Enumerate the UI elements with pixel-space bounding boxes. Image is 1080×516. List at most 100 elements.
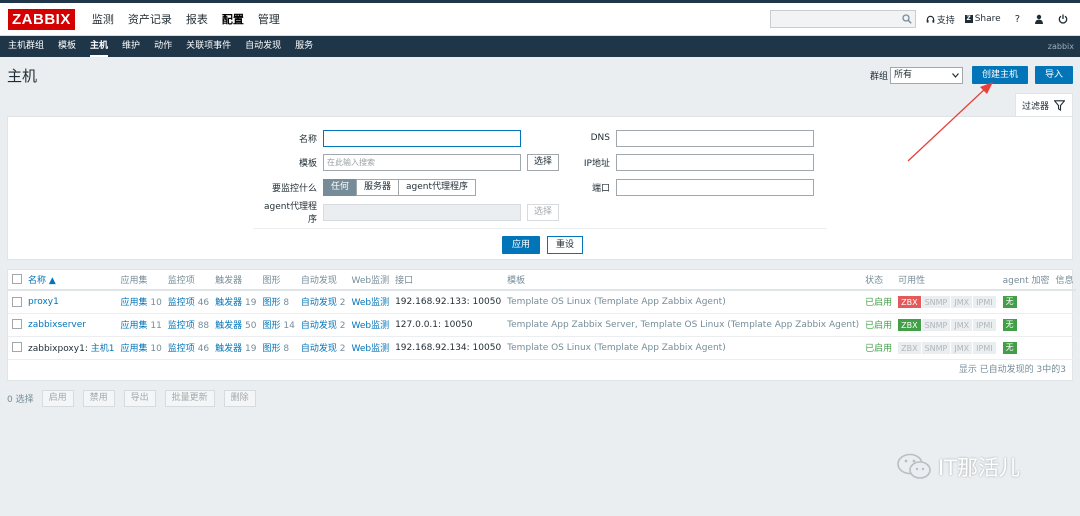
search-input[interactable]: [769, 10, 916, 28]
apps-count: 11: [150, 321, 162, 331]
template-parent-link[interactable]: Template App Zabbix Agent: [597, 343, 722, 353]
monitored-proxy-option[interactable]: agent代理程序: [398, 178, 477, 196]
share-link[interactable]: Z Share: [964, 14, 1001, 24]
template-select-button[interactable]: 选择: [527, 153, 560, 171]
template-link[interactable]: Template App Zabbix Server, Template OS …: [507, 320, 724, 330]
graphs-link[interactable]: 图形: [262, 298, 280, 308]
reset-filter-button[interactable]: 重设: [547, 236, 584, 254]
apps-link[interactable]: 应用集: [120, 321, 147, 331]
apps-link[interactable]: 应用集: [120, 344, 147, 354]
host-name-link[interactable]: 主机1: [91, 344, 115, 354]
col-name-sort-link[interactable]: 名称 ▲: [28, 276, 56, 286]
graphs-cell: 图形 14: [259, 313, 298, 337]
items-count: 46: [197, 344, 210, 354]
table-header-row: 名称 ▲ 应用集 监控项 触发器 图形 自动发现 Web监测 接口 模板 状态 …: [8, 270, 1077, 291]
ip-input[interactable]: [616, 153, 814, 171]
dns-label: DNS: [590, 133, 610, 143]
triggers-link[interactable]: 触发器: [215, 344, 242, 354]
items-link[interactable]: 监控项: [168, 298, 195, 308]
name-input[interactable]: [323, 129, 521, 147]
apply-filter-button[interactable]: 应用: [502, 236, 541, 254]
select-all-checkbox[interactable]: [12, 274, 22, 285]
dns-input[interactable]: [616, 129, 814, 147]
status-toggle[interactable]: 已启用: [865, 321, 892, 331]
discovery-link[interactable]: 自动发现: [301, 298, 337, 308]
web-link[interactable]: Web监测: [351, 298, 389, 308]
submenu-correlation[interactable]: 关联项事件: [186, 36, 231, 57]
submenu-maintenance[interactable]: 维护: [122, 36, 140, 57]
web-link[interactable]: Web监测: [351, 344, 389, 354]
apps-link[interactable]: 应用集: [120, 298, 147, 308]
port-input[interactable]: [616, 178, 814, 196]
port-label: 端口: [591, 183, 610, 194]
col-items: 监控项: [164, 270, 213, 291]
page-controls: 群组 所有 创建主机 导入: [870, 66, 1073, 84]
interface-cell: 192.168.92.134: 10050: [392, 336, 505, 360]
menu-configuration[interactable]: 配置: [222, 11, 244, 27]
submenu-templates[interactable]: 模板: [58, 36, 76, 57]
group-select[interactable]: 所有: [889, 66, 963, 84]
availability-cell: ZBX SNMP JMX IPMI: [895, 313, 1000, 337]
monitored-any-option[interactable]: 任何: [323, 178, 358, 196]
graphs-link[interactable]: 图形: [262, 321, 280, 331]
template-label: 模板: [298, 158, 317, 169]
submenu-discovery[interactable]: 自动发现: [245, 36, 281, 57]
encryption-badge: 无: [1002, 341, 1017, 354]
submenu-actions[interactable]: 动作: [154, 36, 172, 57]
items-link[interactable]: 监控项: [168, 344, 195, 354]
row-checkbox[interactable]: [12, 296, 22, 307]
col-discovery: 自动发现: [297, 270, 349, 291]
import-button[interactable]: 导入: [1034, 66, 1073, 84]
triggers-link[interactable]: 触发器: [215, 321, 242, 331]
row-checkbox[interactable]: [12, 319, 22, 330]
availability-badges: ZBX SNMP JMX IPMI: [898, 341, 996, 354]
submenu-hosts[interactable]: 主机: [90, 36, 109, 57]
menu-monitoring[interactable]: 监测: [92, 11, 114, 27]
col-name[interactable]: 名称 ▲: [25, 270, 118, 291]
web-cell: Web监测: [348, 336, 393, 360]
menu-administration[interactable]: 管理: [258, 11, 280, 27]
host-name-cell: proxy1: [25, 290, 118, 314]
availability-snmp: SNMP: [921, 318, 951, 331]
monitored-server-option[interactable]: 服务器: [356, 178, 400, 196]
template-parent-link[interactable]: Template App Zabbix Agent: [597, 297, 722, 307]
web-cell: Web监测: [348, 290, 393, 314]
help-button[interactable]: ?: [1015, 14, 1020, 25]
menu-reports[interactable]: 报表: [186, 11, 208, 27]
template-link[interactable]: Template OS Linux: [507, 343, 591, 353]
items-link[interactable]: 监控项: [168, 321, 195, 331]
host-name-link[interactable]: zabbixserver: [28, 320, 86, 330]
template-link[interactable]: Template OS Linux: [507, 297, 591, 307]
graphs-count: 8: [283, 344, 290, 354]
user-profile-button[interactable]: [1034, 14, 1044, 24]
submenu-host-groups[interactable]: 主机群组: [8, 36, 44, 57]
graphs-link[interactable]: 图形: [262, 344, 280, 354]
submenu-services[interactable]: 服务: [295, 36, 313, 57]
status-toggle[interactable]: 已启用: [865, 298, 892, 308]
zabbix-logo[interactable]: ZABBIX: [8, 8, 75, 30]
logout-button[interactable]: [1058, 14, 1068, 24]
support-link[interactable]: 支持: [926, 13, 955, 26]
col-availability: 可用性: [895, 270, 1000, 291]
template-parent-link[interactable]: Template App Zabbix Agent: [731, 320, 856, 330]
encryption-cell: 无: [999, 313, 1053, 337]
status-toggle[interactable]: 已启用: [865, 344, 892, 354]
filter-tab[interactable]: 过滤器: [1015, 93, 1073, 116]
create-host-button[interactable]: 创建主机: [971, 66, 1028, 84]
availability-ipmi: IPMI: [973, 318, 996, 331]
table-row: zabbixserver 应用集 11 监控项 88 触发器 50 图形 14 自动发现 …: [8, 313, 1077, 337]
availability-zbx: ZBX: [898, 318, 921, 331]
info-cell: [1052, 336, 1077, 360]
triggers-link[interactable]: 触发器: [215, 298, 242, 308]
web-link[interactable]: Web监测: [351, 321, 389, 331]
row-checkbox[interactable]: [12, 342, 22, 353]
discovery-count: 2: [339, 321, 346, 331]
host-name-link[interactable]: proxy1: [28, 297, 59, 307]
discovery-link[interactable]: 自动发现: [301, 344, 337, 354]
row-select-cell: [8, 313, 25, 337]
discovery-link[interactable]: 自动发现: [301, 321, 337, 331]
template-input[interactable]: 在此输入搜索: [323, 153, 521, 171]
triggers-count: 50: [245, 321, 257, 331]
search-icon[interactable]: [902, 14, 912, 24]
menu-inventory[interactable]: 资产记录: [128, 11, 172, 27]
